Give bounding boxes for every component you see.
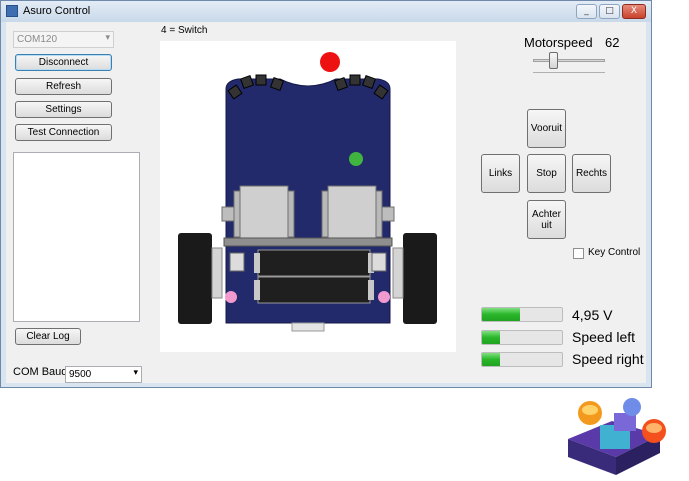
window-title: Asuro Control (23, 5, 91, 17)
com-baud-label: COM Baud (13, 366, 68, 378)
com-baud-value: 9500 (69, 369, 92, 380)
slider-ticks (533, 72, 605, 75)
app-logo (568, 398, 666, 475)
voltage-bar (481, 307, 563, 322)
red-led (320, 52, 340, 72)
minimize-button[interactable]: _ (576, 4, 597, 19)
com-port-value: COM120 (17, 34, 58, 45)
backward-button[interactable]: Achter uit (527, 200, 566, 239)
title-bar[interactable]: Asuro Control _ □ X (1, 1, 651, 22)
forward-button[interactable]: Vooruit (527, 109, 566, 148)
com-baud-select[interactable]: 9500 ▾ (65, 366, 142, 383)
left-button[interactable]: Links (481, 154, 520, 193)
right-button[interactable]: Rechts (572, 154, 611, 193)
motorspeed-slider[interactable] (533, 59, 605, 62)
speed-left-label: Speed left (572, 329, 636, 345)
app-icon (6, 5, 18, 17)
green-led (349, 152, 363, 166)
motorspeed-value: 62 (605, 35, 620, 50)
com-port-select[interactable]: COM120 ▾ (13, 31, 114, 48)
test-connection-button[interactable]: Test Connection (15, 124, 112, 141)
close-button[interactable]: X (622, 4, 646, 19)
log-textbox[interactable] (13, 152, 140, 322)
stop-button[interactable]: Stop (527, 154, 566, 193)
switch-legend: 4 = Switch (161, 25, 208, 36)
key-control-label: Key Control (588, 247, 641, 258)
voltage-label: 4,95 V (572, 307, 613, 323)
refresh-button[interactable]: Refresh (15, 78, 112, 95)
speed-right-label: Speed right (572, 351, 644, 367)
pink-led-left (225, 291, 237, 303)
left-wheel (178, 233, 212, 324)
slider-thumb[interactable] (548, 52, 558, 69)
speed-left-bar (481, 330, 563, 345)
key-control-checkbox[interactable] (573, 248, 584, 259)
app-window: Asuro Control _ □ X COM120 ▾ Disconnect … (0, 0, 652, 388)
client-area: COM120 ▾ Disconnect Refresh Settings Tes… (6, 22, 646, 383)
robot-drawing (178, 52, 437, 332)
speed-right-bar (481, 352, 563, 367)
robot-panel (160, 41, 456, 352)
maximize-button[interactable]: □ (599, 4, 620, 19)
battery-pack (254, 249, 374, 304)
chevron-down-icon: ▾ (105, 33, 110, 43)
right-wheel (403, 233, 437, 324)
clear-log-button[interactable]: Clear Log (15, 328, 81, 345)
motorspeed-label: Motorspeed (524, 35, 593, 50)
settings-button[interactable]: Settings (15, 101, 112, 118)
disconnect-button[interactable]: Disconnect (15, 54, 112, 71)
chevron-down-icon: ▾ (133, 368, 138, 378)
pink-led-right (378, 291, 390, 303)
